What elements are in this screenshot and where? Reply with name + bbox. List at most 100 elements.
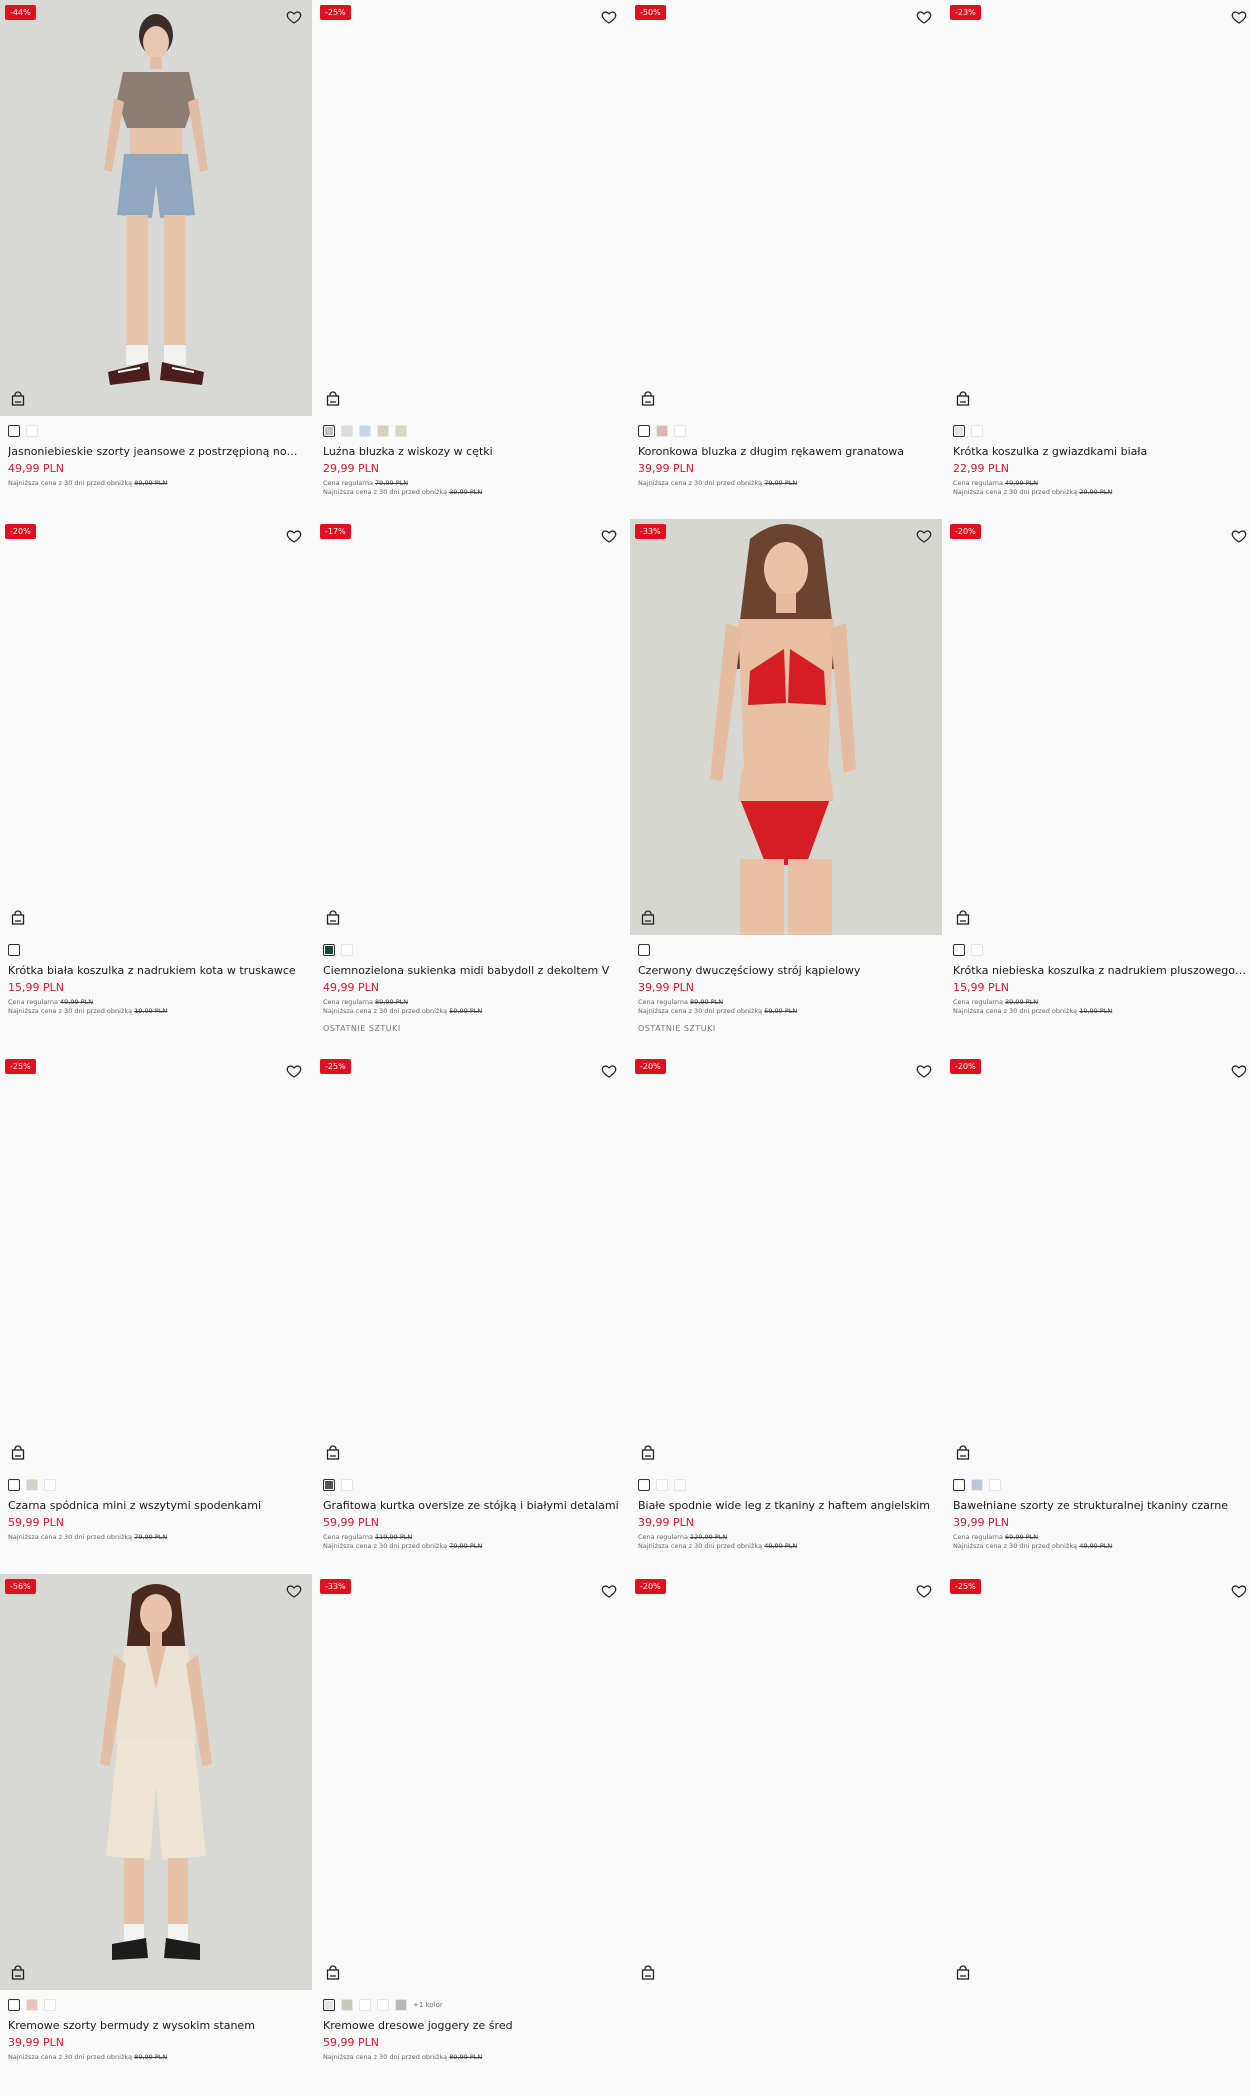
shopping-bag-icon[interactable]: [326, 391, 340, 406]
product-card[interactable]: -25%: [945, 1574, 1250, 1990]
color-swatch[interactable]: [323, 1999, 335, 2011]
shopping-bag-icon[interactable]: [641, 910, 655, 925]
product-name[interactable]: Koronkowa bluzka z długim rękawem granat…: [638, 445, 934, 458]
product-card[interactable]: -25% Czarna spódnica mini z wszytymi spo…: [0, 1054, 312, 1542]
product-name[interactable]: Czarna spódnica mini z wszytymi spodenka…: [8, 1499, 304, 1512]
product-name[interactable]: Krótka biała koszulka z nadrukiem kota w…: [8, 964, 304, 977]
color-swatch[interactable]: [341, 1999, 353, 2011]
product-image[interactable]: -20%: [945, 519, 1250, 935]
product-name[interactable]: Ciemnozielona sukienka midi babydoll z d…: [323, 964, 619, 977]
color-swatch[interactable]: [8, 1999, 20, 2011]
product-name[interactable]: Jasnoniebieskie szorty jeansowe z postrz…: [8, 445, 304, 458]
product-image[interactable]: -20%: [0, 519, 312, 935]
heart-icon[interactable]: [916, 9, 932, 25]
color-swatch[interactable]: [638, 425, 650, 437]
shopping-bag-icon[interactable]: [326, 1445, 340, 1460]
heart-icon[interactable]: [916, 528, 932, 544]
product-card[interactable]: -17% Ciemnozielona sukienka midi babydol…: [315, 519, 627, 1033]
shopping-bag-icon[interactable]: [326, 1965, 340, 1980]
color-swatch[interactable]: [8, 425, 20, 437]
heart-icon[interactable]: [601, 528, 617, 544]
product-card[interactable]: -23% Krótka koszulka z gwiazdkami biała …: [945, 0, 1250, 497]
shopping-bag-icon[interactable]: [641, 391, 655, 406]
color-swatch[interactable]: [26, 425, 38, 437]
product-name[interactable]: Kremowe szorty bermudy z wysokim stanem: [8, 2019, 304, 2032]
product-image[interactable]: -25%: [0, 1054, 312, 1470]
product-image[interactable]: -44%: [0, 0, 312, 416]
color-swatch[interactable]: [8, 944, 20, 956]
shopping-bag-icon[interactable]: [11, 1965, 25, 1980]
product-image[interactable]: -56%: [0, 1574, 312, 1990]
product-card[interactable]: -33% +1 kolor Kremowe dresowe joggery ze…: [315, 1574, 627, 2062]
color-swatch[interactable]: [395, 1999, 407, 2011]
heart-icon[interactable]: [1231, 528, 1247, 544]
product-card[interactable]: -20% Krótka biała koszulka z nadrukiem k…: [0, 519, 312, 1016]
heart-icon[interactable]: [1231, 1063, 1247, 1079]
heart-icon[interactable]: [286, 1063, 302, 1079]
product-name[interactable]: Czerwony dwuczęściowy strój kąpielowy: [638, 964, 934, 977]
shopping-bag-icon[interactable]: [326, 910, 340, 925]
product-image[interactable]: -33%: [315, 1574, 627, 1990]
color-swatch[interactable]: [26, 1479, 38, 1491]
heart-icon[interactable]: [601, 1063, 617, 1079]
shopping-bag-icon[interactable]: [956, 910, 970, 925]
product-card[interactable]: -20% Krótka niebieska koszulka z nadruki…: [945, 519, 1250, 1016]
color-swatch[interactable]: [323, 944, 335, 956]
product-image[interactable]: -25%: [945, 1574, 1250, 1990]
shopping-bag-icon[interactable]: [11, 391, 25, 406]
shopping-bag-icon[interactable]: [956, 1445, 970, 1460]
color-swatch[interactable]: [674, 1479, 686, 1491]
color-swatch[interactable]: [341, 944, 353, 956]
more-colors-label[interactable]: +1 kolor: [413, 2001, 443, 2009]
product-card[interactable]: -25% Luźna bluzka z wiskozy w cętki 29,9…: [315, 0, 627, 497]
heart-icon[interactable]: [601, 9, 617, 25]
color-swatch[interactable]: [953, 1479, 965, 1491]
color-swatch[interactable]: [377, 425, 389, 437]
product-card[interactable]: -44% Jasnoniebieskie szorty jeansowe z p…: [0, 0, 312, 488]
heart-icon[interactable]: [916, 1063, 932, 1079]
heart-icon[interactable]: [1231, 9, 1247, 25]
color-swatch[interactable]: [377, 1999, 389, 2011]
shopping-bag-icon[interactable]: [956, 391, 970, 406]
color-swatch[interactable]: [323, 1479, 335, 1491]
product-image[interactable]: -20%: [630, 1574, 942, 1990]
heart-icon[interactable]: [916, 1583, 932, 1599]
product-card[interactable]: -50% Koronkowa bluzka z długim rękawem g…: [630, 0, 942, 488]
color-swatch[interactable]: [638, 944, 650, 956]
product-image[interactable]: -17%: [315, 519, 627, 935]
product-card[interactable]: -20% Białe spodnie wide leg z tkaniny z …: [630, 1054, 942, 1551]
product-image[interactable]: -33%: [630, 519, 942, 935]
color-swatch[interactable]: [953, 425, 965, 437]
product-card[interactable]: -20%: [630, 1574, 942, 1990]
color-swatch[interactable]: [44, 1479, 56, 1491]
color-swatch[interactable]: [44, 1999, 56, 2011]
heart-icon[interactable]: [286, 9, 302, 25]
color-swatch[interactable]: [953, 944, 965, 956]
color-swatch[interactable]: [341, 425, 353, 437]
product-name[interactable]: Krótka koszulka z gwiazdkami biała: [953, 445, 1249, 458]
product-name[interactable]: Kremowe dresowe joggery ze śred: [323, 2019, 619, 2032]
shopping-bag-icon[interactable]: [956, 1965, 970, 1980]
color-swatch[interactable]: [359, 425, 371, 437]
product-card[interactable]: -25% Grafitowa kurtka oversize ze stójką…: [315, 1054, 627, 1551]
color-swatch[interactable]: [656, 425, 668, 437]
product-name[interactable]: Białe spodnie wide leg z tkaniny z hafte…: [638, 1499, 934, 1512]
product-name[interactable]: Krótka niebieska koszulka z nadrukiem pl…: [953, 964, 1249, 977]
heart-icon[interactable]: [1231, 1583, 1247, 1599]
color-swatch[interactable]: [971, 944, 983, 956]
product-image[interactable]: -25%: [315, 1054, 627, 1470]
product-name[interactable]: Bawełniane szorty ze strukturalnej tkani…: [953, 1499, 1249, 1512]
product-name[interactable]: Grafitowa kurtka oversize ze stójką i bi…: [323, 1499, 619, 1512]
color-swatch[interactable]: [8, 1479, 20, 1491]
product-name[interactable]: Luźna bluzka z wiskozy w cętki: [323, 445, 619, 458]
shopping-bag-icon[interactable]: [641, 1445, 655, 1460]
product-card[interactable]: -20% Bawełniane szorty ze strukturalnej …: [945, 1054, 1250, 1551]
heart-icon[interactable]: [601, 1583, 617, 1599]
product-image[interactable]: -20%: [945, 1054, 1250, 1470]
color-swatch[interactable]: [26, 1999, 38, 2011]
shopping-bag-icon[interactable]: [641, 1965, 655, 1980]
color-swatch[interactable]: [971, 425, 983, 437]
product-image[interactable]: -23%: [945, 0, 1250, 416]
color-swatch[interactable]: [359, 1999, 371, 2011]
color-swatch[interactable]: [341, 1479, 353, 1491]
